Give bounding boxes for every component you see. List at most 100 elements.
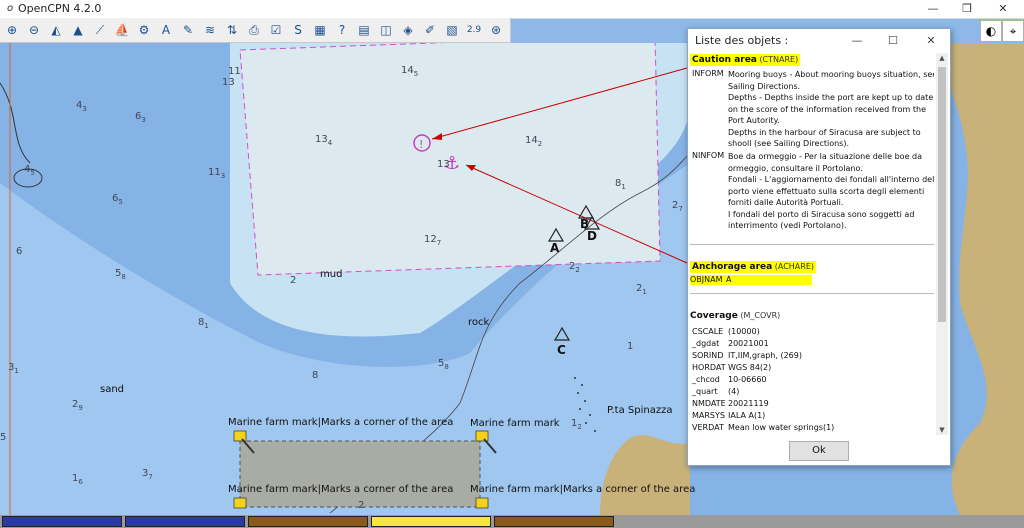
info-line: shooll (see Sailing Directions). (728, 139, 850, 148)
beacon-label[interactable]: A (550, 241, 559, 255)
sounding-label: 58 (115, 268, 126, 281)
dialog-title: Liste des objets : (695, 34, 789, 47)
chart-bar-segment[interactable] (125, 516, 245, 527)
farm-mark-label[interactable]: Marine farm mark (470, 418, 560, 429)
coverage-row: _dgdat 20021001 (692, 339, 769, 348)
sounding-label: 63 (135, 111, 146, 124)
layers-icon[interactable]: ▤ (354, 20, 374, 40)
divider (690, 293, 934, 294)
coverage-row: _quart (4) (692, 387, 740, 396)
ninfom-text: Boe da ormeggio - Per la situazione dell… (728, 151, 934, 232)
ais-icon[interactable]: ◈ (398, 20, 418, 40)
sounding-label: 13 (437, 159, 450, 170)
scale-in-icon[interactable]: ◭ (46, 20, 66, 40)
sounding-label: 2 (358, 500, 365, 511)
current-icon[interactable]: ⇅ (222, 20, 242, 40)
sounding-label: 113 (208, 167, 226, 180)
chart-bar-segment[interactable] (371, 516, 491, 527)
info-line: interrimento (vedi Portolano). (728, 221, 847, 230)
measure-icon[interactable]: ✐ (420, 20, 440, 40)
coverage-row: NMDATE 20021119 (692, 399, 769, 408)
chart-display-icon[interactable]: ◫ (376, 20, 396, 40)
chart-bar-segment[interactable] (248, 516, 368, 527)
compass-icon[interactable]: ◐ (980, 20, 1002, 42)
info-line: Sailing Directions. (728, 81, 801, 91)
beacon-label[interactable]: D (587, 229, 597, 243)
info-line: on the score of the information received… (728, 104, 927, 114)
sounding-label: 127 (424, 234, 442, 247)
sounding-label: 5 (0, 432, 7, 443)
version-icon[interactable]: 2.9 (464, 20, 484, 40)
help-icon[interactable]: ? (332, 20, 352, 40)
scroll-up-arrow-icon[interactable]: ▲ (936, 53, 948, 63)
ship-icon[interactable]: ⛵ (112, 20, 132, 40)
print-icon[interactable]: ⎙ (244, 20, 264, 40)
chart-bar-segment[interactable] (494, 516, 614, 527)
sounding-label: 12 (571, 418, 582, 431)
sounding-label: 16 (72, 473, 83, 486)
farm-mark-label[interactable]: Marine farm mark|Marks a corner of the a… (228, 417, 453, 428)
close-button[interactable]: ✕ (986, 0, 1020, 18)
info-line: Depths in the harbour of Siracusa are su… (728, 127, 921, 137)
ok-button[interactable]: Ok (789, 441, 849, 461)
info-line: porto viene effettuato sulla scorta degl… (728, 186, 925, 196)
coverage-section: Coverage (M_COVR) (690, 311, 781, 321)
caution-area-heading: Caution area (CTNARE) (690, 54, 801, 66)
settings-icon[interactable]: ⚙ (134, 20, 154, 40)
sounding-label: 6 (16, 246, 23, 257)
pencil-icon[interactable]: ✎ (178, 20, 198, 40)
sounding-label: 29 (72, 399, 83, 412)
text-icon[interactable]: A (156, 20, 176, 40)
sounding-label: 2 (290, 275, 297, 286)
scroll-down-arrow-icon[interactable]: ▼ (936, 425, 948, 435)
sounding-label: 145 (401, 65, 419, 78)
coverage-row: _chcod 10-06660 (692, 375, 767, 384)
info-line: Fondali - L'aggiornamento dei fondali al… (728, 175, 934, 184)
color-scheme-icon[interactable]: ▦ (310, 20, 330, 40)
main-toolbar: ⊕ ⊖ ◭ ▲ ⟋ ⛵ ⚙ A ✎ ≋ ⇅ ⎙ ☑ S ▦? ▤ ◫ ◈ ✐ ▧ 2.9 ⊛ (0, 18, 511, 43)
place-label: rock (468, 317, 490, 328)
scroll-thumb[interactable] (938, 67, 946, 322)
route-manager-icon[interactable]: ☑ (266, 20, 286, 40)
track-icon[interactable]: S (288, 20, 308, 40)
sounding-label: 45 (24, 164, 35, 177)
chart-quilting-icon[interactable]: ▧ (442, 20, 462, 40)
sounding-label: 21 (636, 283, 647, 296)
gps-status-icon[interactable]: ⌖ (1002, 20, 1024, 42)
zoom-out-icon[interactable]: ⊖ (24, 20, 44, 40)
opencpn-logo-icon: o (6, 3, 14, 14)
restore-button[interactable]: ❐ (950, 0, 984, 18)
sounding-label: 142 (525, 135, 543, 148)
info-line: Boe da ormeggio - Per la situazione dell… (728, 152, 923, 161)
coverage-row: SORIND IT,IIM,graph, (269) (692, 351, 802, 360)
sounding-label: 37 (142, 468, 153, 481)
route-icon[interactable]: ⟋ (90, 20, 110, 40)
zoom-in-icon[interactable]: ⊕ (2, 20, 22, 40)
caution-area-section: Caution area (CTNARE) (690, 54, 801, 66)
sounding-label: 13 (222, 77, 235, 88)
svg-text:!: ! (419, 138, 423, 151)
title-bar: o OpenCPN 4.2.0 — ❐ ✕ (0, 0, 1024, 19)
farm-mark-label[interactable]: Marine farm mark|Marks a corner of the a… (470, 484, 695, 495)
divider (690, 244, 934, 245)
place-label: mud (320, 269, 343, 280)
place-label: sand (100, 384, 125, 395)
objnam-row: OBJNAM A (690, 275, 812, 285)
dialog-maximize-button[interactable]: ☐ (882, 32, 904, 50)
beacon-label[interactable]: C (557, 343, 566, 357)
dialog-close-button[interactable]: ✕ (920, 32, 942, 50)
sounding-label: 22 (569, 261, 580, 274)
mob-icon[interactable]: ⊛ (486, 20, 506, 40)
info-line: Mooring buoys - About mooring buoys situ… (728, 70, 934, 79)
info-line: forniti dalle Autorità Portuali. (728, 198, 844, 207)
sounding-label: 81 (615, 178, 626, 191)
minimize-button[interactable]: — (916, 0, 950, 18)
coverage-row: MARSYS IALA A(1) (692, 411, 766, 420)
dialog-scrollbar[interactable]: ▲ ▼ (936, 53, 948, 435)
tide-icon[interactable]: ≋ (200, 20, 220, 40)
sounding-label: 27 (672, 200, 683, 213)
chart-bar-segment[interactable] (2, 516, 122, 527)
scale-out-icon[interactable]: ▲ (68, 20, 88, 40)
farm-mark-label[interactable]: Marine farm mark|Marks a corner of the a… (228, 484, 453, 495)
dialog-minimize-button[interactable]: — (846, 32, 868, 50)
